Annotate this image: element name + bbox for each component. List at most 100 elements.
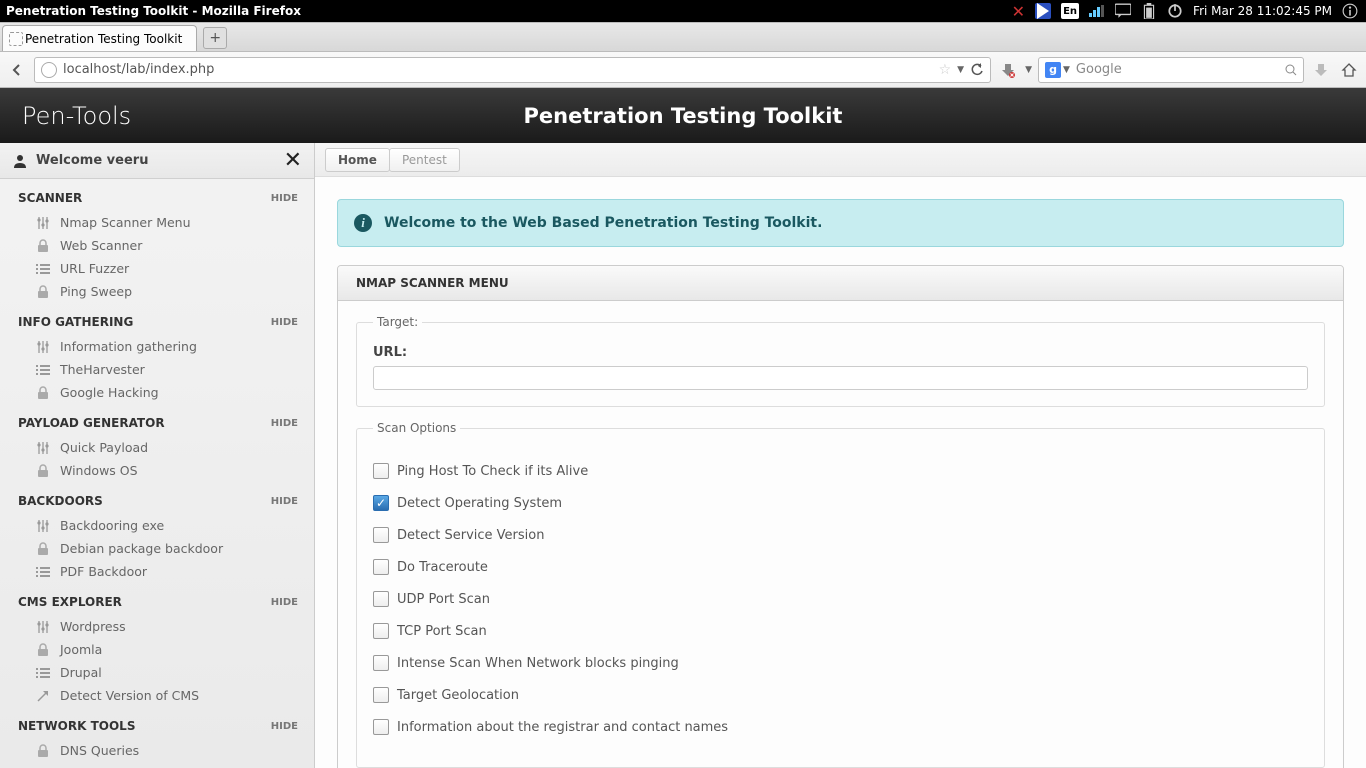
sidebar-item[interactable]: Debian package backdoor <box>0 537 314 560</box>
sidebar-hide-button[interactable]: HIDE <box>271 418 298 429</box>
scan-option-checkbox[interactable] <box>373 655 389 671</box>
sidebar-item[interactable]: Google Hacking <box>0 381 314 404</box>
info-icon[interactable] <box>1342 3 1358 19</box>
new-tab-button[interactable]: + <box>203 27 227 49</box>
sidebar-section-title: BACKDOORS <box>18 494 103 508</box>
sidebar-item[interactable]: Nmap Scanner Menu <box>0 211 314 234</box>
sidebar-item[interactable]: Backdooring exe <box>0 514 314 537</box>
sidebar-item[interactable]: Wordpress <box>0 615 314 638</box>
scan-option-checkbox[interactable] <box>373 559 389 575</box>
bookmark-icon[interactable]: ☆ <box>939 62 952 78</box>
sidebar-item-label: Wordpress <box>60 619 126 634</box>
url-bar[interactable]: localhost/lab/index.php ☆ ▼ <box>34 57 991 83</box>
sidebar-item[interactable]: DNS Queries <box>0 739 314 762</box>
sidebar-section-title: INFO GATHERING <box>18 315 133 329</box>
sidebar-section-title: SCANNER <box>18 191 82 205</box>
sidebar-item[interactable]: Windows OS <box>0 459 314 482</box>
battery-icon[interactable] <box>1141 3 1157 19</box>
window-close-icon[interactable]: ✕ <box>1012 2 1025 21</box>
scan-option-checkbox[interactable] <box>373 687 389 703</box>
sidebar-item[interactable]: Information gathering <box>0 335 314 358</box>
scan-option-label: Intense Scan When Network blocks pinging <box>397 656 679 671</box>
sliders-icon <box>36 519 50 533</box>
save-page-icon[interactable] <box>1310 59 1332 81</box>
home-icon[interactable] <box>1338 59 1360 81</box>
scan-option-checkbox[interactable] <box>373 463 389 479</box>
target-legend: Target: <box>373 315 422 329</box>
sidebar-section-head[interactable]: CMS EXPLORERHIDE <box>0 583 314 615</box>
list-icon <box>36 363 50 377</box>
scan-option-checkbox[interactable] <box>373 495 389 511</box>
power-icon[interactable] <box>1167 3 1183 19</box>
url-label: URL: <box>373 345 1308 360</box>
back-button[interactable] <box>6 59 28 81</box>
scan-options-fieldset: Scan Options Ping Host To Check if its A… <box>356 421 1325 768</box>
downloads-icon[interactable] <box>997 59 1019 81</box>
play-icon[interactable] <box>1035 3 1051 19</box>
sidebar-item[interactable]: URL Fuzzer <box>0 257 314 280</box>
network-icon[interactable] <box>1089 3 1105 19</box>
sidebar-hide-button[interactable]: HIDE <box>271 597 298 608</box>
sidebar-item-label: Detect Version of CMS <box>60 688 199 703</box>
sidebar-hide-button[interactable]: HIDE <box>271 317 298 328</box>
sidebar-hide-button[interactable]: HIDE <box>271 193 298 204</box>
sidebar-section-head[interactable]: INFO GATHERING HIDE <box>0 303 314 335</box>
target-fieldset: Target: URL: <box>356 315 1325 407</box>
panel-title: NMAP SCANNER MENU <box>338 266 1343 301</box>
breadcrumb-current[interactable]: Pentest <box>389 148 460 172</box>
scan-option-row: Information about the registrar and cont… <box>373 719 1308 735</box>
sidebar-section-head[interactable]: SCANNER HIDE <box>0 179 314 211</box>
sidebar-item[interactable]: Drupal <box>0 661 314 684</box>
search-magnifier-icon[interactable] <box>1285 64 1297 76</box>
scan-option-label: UDP Port Scan <box>397 592 490 607</box>
sidebar-item[interactable]: TheHarvester <box>0 358 314 381</box>
scan-option-row: Target Geolocation <box>373 687 1308 703</box>
list-icon <box>36 262 50 276</box>
sidebar-section-head[interactable]: PAYLOAD GENERATOR HIDE <box>0 404 314 436</box>
search-engine-dropdown-icon[interactable]: ▼ <box>1063 65 1070 75</box>
sidebar-item-label: TheHarvester <box>60 362 145 377</box>
sidebar-item[interactable]: Ping Sweep <box>0 280 314 303</box>
globe-icon <box>41 62 57 78</box>
lock-icon <box>36 285 50 299</box>
os-titlebar: Penetration Testing Toolkit - Mozilla Fi… <box>0 0 1366 22</box>
sidebar-hide-button[interactable]: HIDE <box>271 496 298 507</box>
breadcrumb-home-label: Home <box>338 153 377 167</box>
downloads-dropdown-icon[interactable]: ▼ <box>1025 65 1032 75</box>
chat-icon[interactable] <box>1115 3 1131 19</box>
browser-tab[interactable]: Penetration Testing Toolkit <box>2 25 197 51</box>
sidebar-item[interactable]: PDF Backdoor <box>0 560 314 583</box>
sidebar-item-label: Web Scanner <box>60 238 142 253</box>
url-input[interactable] <box>373 366 1308 390</box>
sidebar-item[interactable]: Quick Payload <box>0 436 314 459</box>
lock-icon <box>36 464 50 478</box>
sidebar-item[interactable]: Web Scanner <box>0 234 314 257</box>
breadcrumb-home[interactable]: Home <box>325 148 390 172</box>
sidebar-item[interactable]: Detect Version of CMS <box>0 684 314 707</box>
scan-option-checkbox[interactable] <box>373 591 389 607</box>
scan-option-label: Information about the registrar and cont… <box>397 720 728 735</box>
sidebar-section-head[interactable]: BACKDOORS HIDE <box>0 482 314 514</box>
app-header: Pen-Tools Penetration Testing Toolkit <box>0 88 1366 143</box>
sidebar-item-label: PDF Backdoor <box>60 564 147 579</box>
alert-text: Welcome to the Web Based Penetration Tes… <box>384 215 822 231</box>
history-dropdown-icon[interactable]: ▼ <box>957 65 964 75</box>
reload-icon[interactable] <box>970 63 984 77</box>
url-text: localhost/lab/index.php <box>63 62 214 77</box>
scan-option-checkbox[interactable] <box>373 623 389 639</box>
list-icon <box>36 565 50 579</box>
sidebar-section-title: PAYLOAD GENERATOR <box>18 416 165 430</box>
sidebar: Welcome veeru ✕ SCANNERHIDENmap Scanner … <box>0 143 315 768</box>
scan-option-checkbox[interactable] <box>373 719 389 735</box>
lock-icon <box>36 542 50 556</box>
sidebar-item-label: Nmap Scanner Menu <box>60 215 191 230</box>
browser-search[interactable]: g ▼ Google <box>1038 57 1304 83</box>
keyboard-lang[interactable]: En <box>1061 3 1079 19</box>
sidebar-close-icon[interactable]: ✕ <box>284 148 302 173</box>
sliders-icon <box>36 441 50 455</box>
sidebar-item[interactable]: Joomla <box>0 638 314 661</box>
arrow-icon <box>36 689 50 703</box>
sidebar-section-head[interactable]: NETWORK TOOLSHIDE <box>0 707 314 739</box>
sidebar-hide-button[interactable]: HIDE <box>271 721 298 732</box>
scan-option-checkbox[interactable] <box>373 527 389 543</box>
